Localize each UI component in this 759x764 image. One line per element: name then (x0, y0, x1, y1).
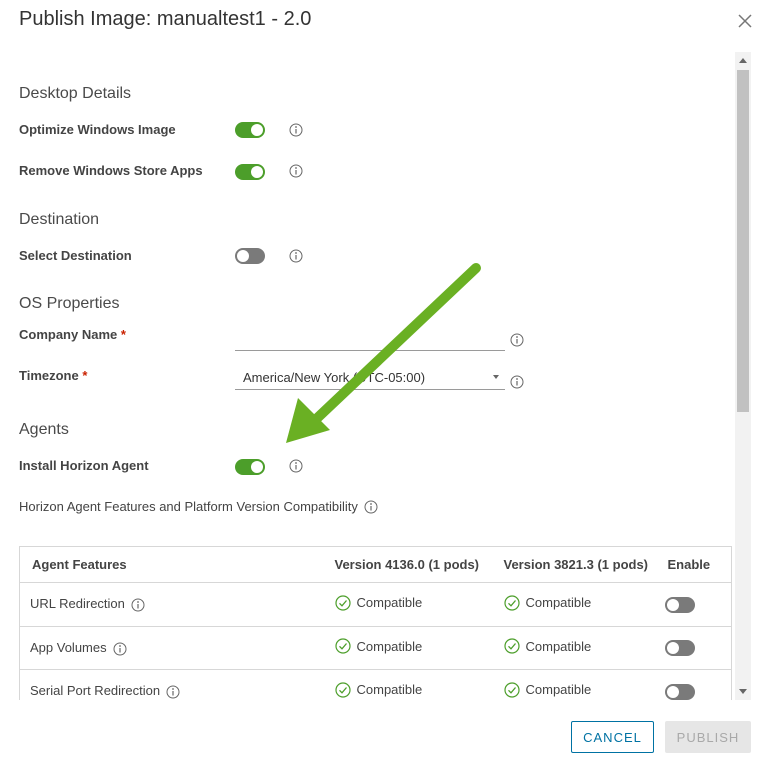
check-circle-icon (334, 595, 351, 611)
feature-cell: App Volumes (19, 625, 325, 670)
compatibility-status: Compatible (356, 682, 423, 698)
install-horizon-agent-label: Install Horizon Agent (19, 458, 149, 473)
select-destination-label: Select Destination (19, 248, 132, 263)
remove-store-apps-label: Remove Windows Store Apps (19, 163, 203, 178)
toggle-knob (251, 166, 263, 178)
column-header: Version 4136.0 (1 pods) (324, 546, 494, 583)
table-row: URL Redirection Compatible Compatible (19, 582, 732, 626)
info-icon[interactable] (166, 685, 180, 699)
desktop-details-heading: Desktop Details (19, 85, 132, 102)
info-icon[interactable] (131, 598, 145, 612)
destination-heading: Destination (19, 211, 100, 228)
toggle-knob (251, 461, 263, 473)
close-icon[interactable] (736, 12, 754, 30)
scroll-down-arrow-icon[interactable] (739, 689, 747, 694)
enable-cell (659, 625, 732, 670)
vertical-scrollbar[interactable] (735, 52, 751, 700)
feature-name: URL Redirection (30, 596, 125, 612)
feature-name: Serial Port Redirection (30, 683, 161, 699)
dialog-title: Publish Image: manualtest1 - 2.0 (19, 8, 312, 30)
info-icon[interactable] (113, 642, 127, 656)
toggle-knob (251, 124, 263, 136)
serial-port-redirection-toggle[interactable] (664, 683, 695, 700)
publish-image-dialog: Publish Image: manualtest1 - 2.0 Desktop… (0, 0, 759, 764)
info-icon[interactable] (510, 375, 524, 389)
os-properties-heading: OS Properties (19, 295, 120, 312)
timezone-label-text: Timezone (19, 368, 79, 383)
version-cell: Compatible (493, 582, 660, 626)
feature-cell: URL Redirection (19, 582, 325, 626)
select-destination-toggle[interactable] (235, 248, 265, 264)
publish-button[interactable]: PUBLISH (665, 721, 751, 753)
info-icon[interactable] (289, 123, 303, 137)
toggle-knob (666, 642, 679, 655)
check-circle-icon (503, 595, 520, 611)
table-row: App Volumes Compatible Compatible (19, 625, 732, 670)
timezone-select[interactable]: America/New York (UTC-05:00) (235, 366, 505, 390)
toggle-knob (237, 250, 249, 262)
enable-cell (659, 669, 732, 700)
compatibility-status: Compatible (356, 595, 423, 611)
info-icon[interactable] (289, 249, 303, 263)
check-circle-icon (334, 638, 351, 654)
compatibility-status: Compatible (525, 595, 592, 611)
check-circle-icon (503, 682, 520, 698)
company-name-label-text: Company Name (19, 327, 118, 342)
compatibility-status: Compatible (525, 638, 592, 654)
table-row: Serial Port Redirection Compatible Compa… (19, 669, 732, 700)
toggle-knob (666, 685, 679, 698)
timezone-label: Timezone * (19, 368, 87, 383)
url-redirection-toggle[interactable] (664, 596, 695, 613)
remove-store-apps-toggle[interactable] (235, 164, 265, 180)
company-name-input[interactable] (235, 329, 505, 351)
agent-features-table: Agent Features Version 4136.0 (1 pods) V… (19, 546, 732, 700)
cancel-button[interactable]: CANCEL (571, 721, 654, 753)
required-marker: * (120, 327, 126, 342)
compatibility-text: Horizon Agent Features and Platform Vers… (19, 499, 378, 515)
optimize-windows-image-toggle[interactable] (235, 122, 265, 138)
info-icon[interactable] (289, 164, 303, 178)
agents-heading: Agents (19, 421, 69, 438)
compatibility-label: Horizon Agent Features and Platform Vers… (19, 499, 358, 514)
table-header-row: Agent Features Version 4136.0 (1 pods) V… (19, 546, 732, 583)
compatibility-status: Compatible (356, 638, 423, 654)
company-name-label: Company Name * (19, 327, 126, 342)
version-cell: Compatible (324, 625, 494, 670)
feature-name: App Volumes (30, 639, 107, 655)
column-header: Agent Features (19, 546, 325, 583)
scroll-up-arrow-icon[interactable] (739, 58, 747, 63)
check-circle-icon (503, 638, 520, 654)
column-header: Enable (659, 546, 732, 583)
check-circle-icon (334, 682, 351, 698)
install-horizon-agent-toggle[interactable] (235, 459, 265, 475)
app-volumes-toggle[interactable] (664, 640, 695, 657)
scroll-thumb[interactable] (737, 70, 749, 412)
version-cell: Compatible (324, 669, 494, 700)
required-marker: * (82, 368, 88, 383)
version-cell: Compatible (493, 669, 660, 700)
column-header: Version 3821.3 (1 pods) (493, 546, 660, 583)
version-cell: Compatible (493, 625, 660, 670)
toggle-knob (666, 598, 679, 611)
timezone-value: America/New York (UTC-05:00) (243, 370, 426, 385)
info-icon[interactable] (289, 459, 303, 473)
feature-cell: Serial Port Redirection (19, 669, 325, 700)
optimize-windows-image-label: Optimize Windows Image (19, 122, 176, 137)
info-icon[interactable] (510, 333, 524, 347)
dialog-content: Desktop Details Optimize Windows Image R… (0, 52, 735, 700)
enable-cell (659, 582, 732, 626)
info-icon[interactable] (364, 500, 378, 514)
compatibility-status: Compatible (525, 682, 592, 698)
chevron-down-icon (493, 375, 499, 379)
version-cell: Compatible (324, 582, 494, 626)
